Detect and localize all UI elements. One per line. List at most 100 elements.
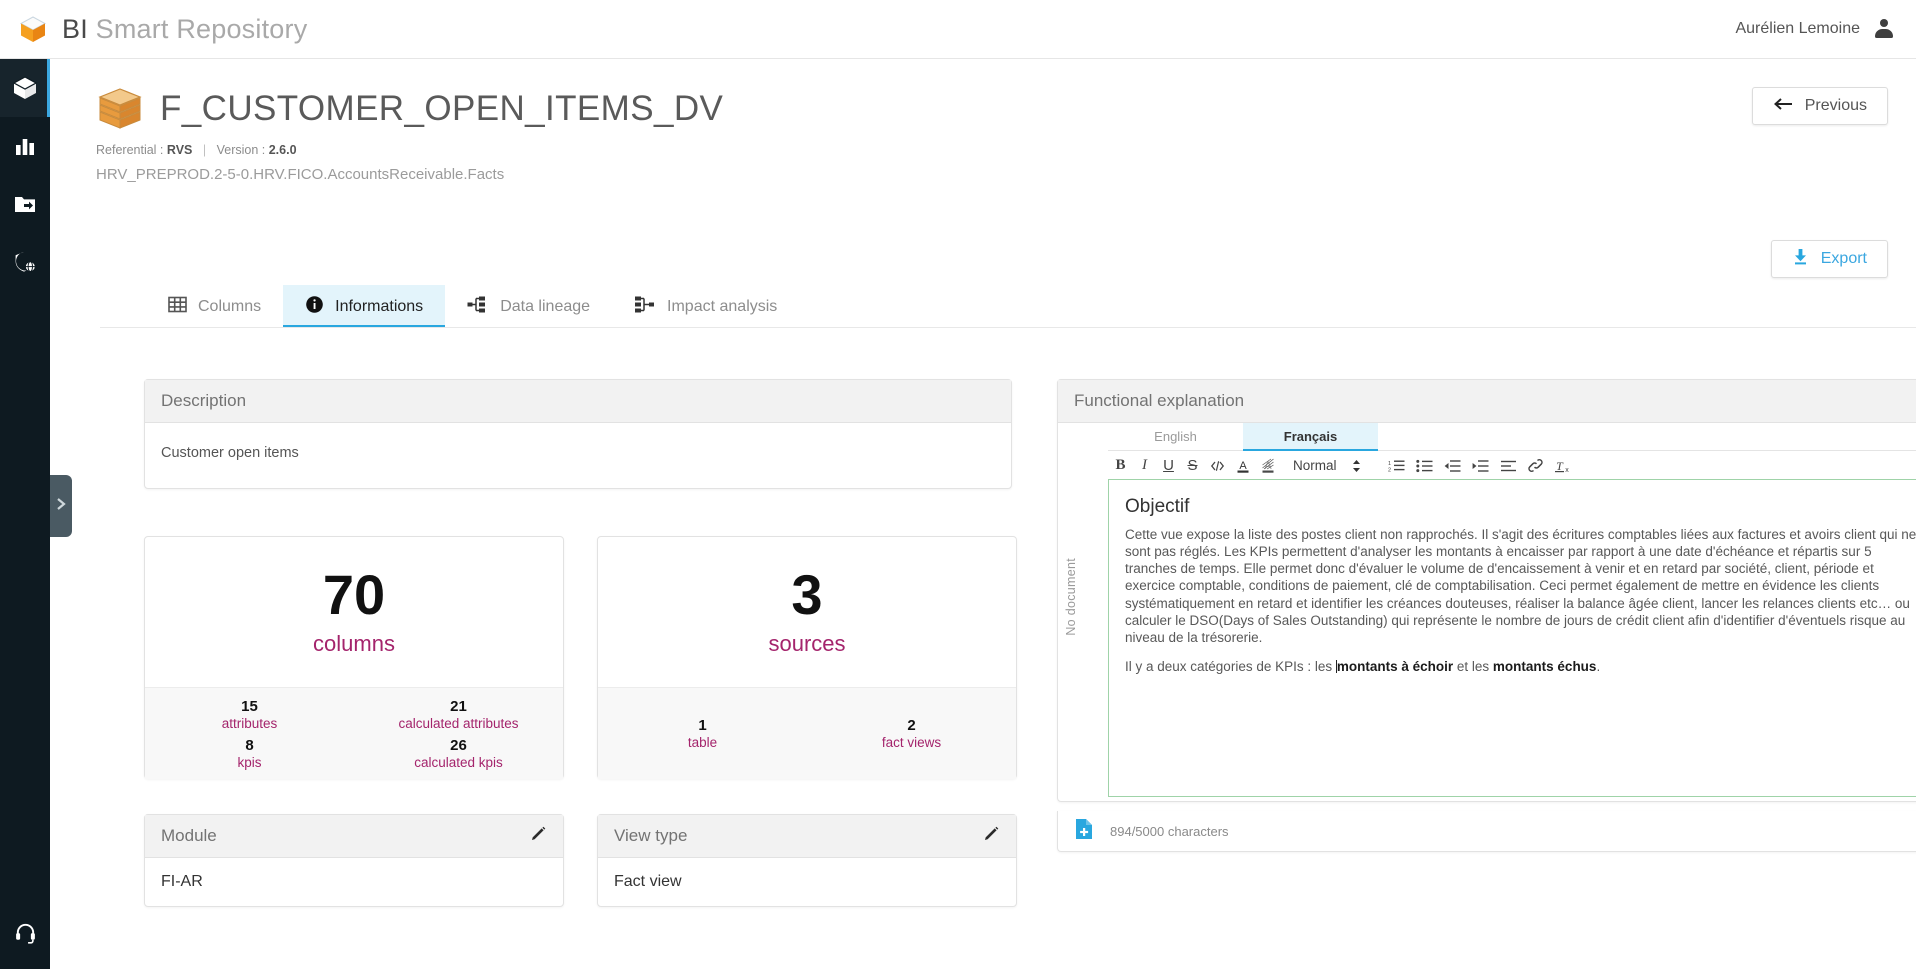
no-document-label: No document xyxy=(1064,558,1078,636)
outdent-icon[interactable] xyxy=(1444,456,1461,476)
user-avatar-icon[interactable] xyxy=(1874,19,1894,39)
stat-sub-label: calculated kpis xyxy=(414,754,503,770)
editor-paragraph-2: Il y a deux catégories de KPIs : les mon… xyxy=(1125,658,1916,675)
sources-stat-main: 3 sources xyxy=(598,537,1016,687)
functional-explanation-body: English Français B I U S A Normal 1 2 T … xyxy=(1058,423,1916,803)
columns-stat-card: 70 columns 15 attributes 21 calculated a… xyxy=(144,536,564,779)
editor-paragraph-2-part-e: . xyxy=(1596,658,1601,674)
highlight-icon[interactable]: A xyxy=(1261,456,1275,476)
language-tab-francais-label: Français xyxy=(1283,429,1338,444)
pencil-icon[interactable] xyxy=(529,825,547,848)
module-title: Module xyxy=(161,826,217,845)
language-tab-francais[interactable]: Français xyxy=(1243,423,1378,451)
page-title: F_CUSTOMER_OPEN_ITEMS_DV xyxy=(160,89,724,128)
code-icon[interactable] xyxy=(1210,456,1225,476)
version-value: 2.6.0 xyxy=(268,143,297,157)
svg-text:2: 2 xyxy=(1388,467,1391,472)
functional-explanation-header: Functional explanation xyxy=(1058,380,1916,423)
view-type-title: View type xyxy=(614,826,688,845)
view-type-card-header: View type xyxy=(598,815,1016,858)
user-name: Aurélien Lemoine xyxy=(1735,20,1860,37)
clear-format-icon[interactable]: T x xyxy=(1554,456,1570,476)
brand-title: BI Smart Repository xyxy=(62,14,307,45)
sources-stat-label: sources xyxy=(768,631,846,656)
columns-stat-label: columns xyxy=(313,631,395,656)
headset-support-icon xyxy=(14,921,37,944)
user-menu[interactable]: Aurélien Lemoine xyxy=(1735,19,1894,39)
editor-heading: Objectif xyxy=(1125,496,1190,517)
meta-separator: | xyxy=(202,143,207,157)
font-color-icon[interactable]: A xyxy=(1236,456,1250,476)
sidebar-item-export-folder[interactable] xyxy=(0,175,50,233)
ordered-list-icon[interactable]: 1 2 xyxy=(1388,456,1405,476)
editor-toolbar: B I U S A Normal 1 2 T x xyxy=(1108,451,1916,480)
description-card: Description Customer open items xyxy=(144,379,1012,489)
left-nav-rail xyxy=(0,59,50,969)
align-icon[interactable] xyxy=(1500,456,1517,476)
tab-underline-rule xyxy=(100,327,1916,328)
module-card: Module FI-AR xyxy=(144,814,564,907)
columns-stat-breakdown: 15 attributes 21 calculated attributes 8… xyxy=(145,687,563,779)
version-label: Version : xyxy=(216,143,266,157)
editor-paragraph-2-bold-1: montants à échoir xyxy=(1336,658,1454,674)
stat-sub-value: 1 xyxy=(698,717,707,734)
stat-sub-item: 2 fact views xyxy=(807,714,1016,753)
tab-data-lineage-label: Data lineage xyxy=(500,297,591,315)
module-value: FI-AR xyxy=(161,873,203,890)
chevron-right-icon xyxy=(55,496,67,517)
svg-text:A: A xyxy=(1239,460,1247,472)
underline-button[interactable]: U xyxy=(1162,456,1175,476)
functional-explanation-card: Functional explanation English Français … xyxy=(1057,379,1916,802)
functional-explanation-editor[interactable]: Objectif Cette vue expose la liste des p… xyxy=(1108,479,1916,797)
brand-title-second: Smart Repository xyxy=(95,13,308,44)
arrow-left-icon xyxy=(1773,97,1793,116)
strikethrough-button[interactable]: S xyxy=(1186,456,1199,476)
export-button[interactable]: Export xyxy=(1770,240,1888,278)
stat-sub-item: 21 calculated attributes xyxy=(354,695,563,734)
referential-value: RVS xyxy=(166,143,193,157)
stacked-box-icon xyxy=(96,85,144,133)
stat-sub-value: 26 xyxy=(450,736,467,754)
bullet-list-icon[interactable] xyxy=(1415,456,1433,476)
tab-bar: Columns Informations Data lineage Impact… xyxy=(146,285,799,328)
document-add-icon[interactable] xyxy=(1074,818,1094,845)
stat-sub-value: 8 xyxy=(245,736,254,754)
main-content: F_CUSTOMER_OPEN_ITEMS_DV Referential : R… xyxy=(50,59,1916,969)
info-circle-icon xyxy=(305,295,324,319)
svg-text:T: T xyxy=(1556,459,1564,473)
tab-columns[interactable]: Columns xyxy=(146,285,283,328)
top-app-bar: BI Smart Repository Aurélien Lemoine xyxy=(0,0,1916,59)
impact-icon xyxy=(634,295,656,319)
panel-expand-toggle[interactable] xyxy=(50,475,72,537)
stat-sub-label: kpis xyxy=(237,754,262,770)
sidebar-item-analytics[interactable] xyxy=(0,117,50,175)
sidebar-item-security[interactable] xyxy=(0,233,50,291)
view-type-card: View type Fact view xyxy=(597,814,1017,907)
stat-sub-item: 26 calculated kpis xyxy=(354,734,563,773)
tab-data-lineage[interactable]: Data lineage xyxy=(445,285,612,328)
updown-caret-icon[interactable] xyxy=(1350,456,1363,476)
tab-informations[interactable]: Informations xyxy=(283,285,446,328)
pencil-icon[interactable] xyxy=(982,825,1000,848)
columns-stat-main: 70 columns xyxy=(145,537,563,687)
sidebar-item-repository[interactable] xyxy=(0,59,50,117)
object-path: HRV_PREPROD.2-5-0.HRV.FICO.AccountsRecei… xyxy=(96,166,505,183)
tab-impact-analysis[interactable]: Impact analysis xyxy=(612,285,799,328)
bold-button[interactable]: B xyxy=(1114,456,1127,476)
description-title: Description xyxy=(161,391,247,410)
style-select[interactable]: Normal xyxy=(1293,458,1337,473)
brand-title-first: BI xyxy=(62,13,88,44)
indent-icon[interactable] xyxy=(1472,456,1489,476)
referential-label: Referential : xyxy=(96,143,164,157)
link-icon[interactable] xyxy=(1527,456,1543,476)
sources-stat-card: 3 sources 1 table 2 fact views xyxy=(597,536,1017,779)
language-tab-english[interactable]: English xyxy=(1108,423,1243,450)
stat-sub-label: fact views xyxy=(881,735,942,750)
folder-export-icon xyxy=(13,192,37,216)
brand[interactable]: BI Smart Repository xyxy=(18,14,307,45)
italic-button[interactable]: I xyxy=(1138,456,1151,476)
tab-columns-label: Columns xyxy=(198,297,262,315)
previous-button[interactable]: Previous xyxy=(1751,87,1888,125)
sidebar-item-support[interactable] xyxy=(0,903,50,961)
functional-explanation-footer: 894/5000 characters xyxy=(1057,811,1916,852)
